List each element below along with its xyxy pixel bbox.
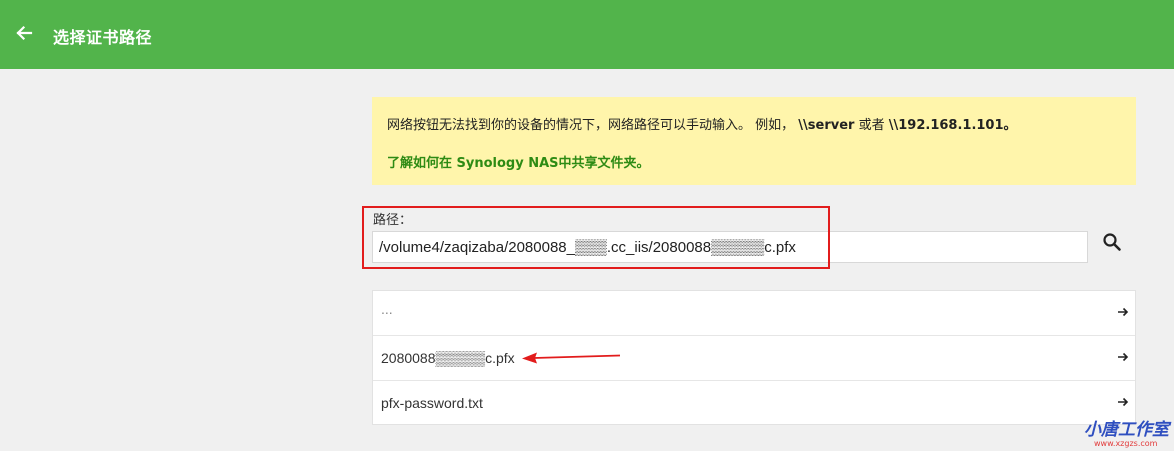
share-folder-help-link[interactable]: 了解如何在 Synology NAS中共享文件夹。 <box>387 152 650 171</box>
arrow-left-icon <box>16 25 33 41</box>
arrow-right-icon <box>1118 397 1129 407</box>
app-bar: 选择证书路径 <box>0 0 1174 69</box>
page-title: 选择证书路径 <box>53 28 153 47</box>
watermark-logo: 小唐工作室 <box>1084 420 1169 440</box>
search-button[interactable] <box>1100 230 1124 254</box>
notice-text: 网络按钮无法找到你的设备的情况下，网络路径可以手动输入。 例如， \\serve… <box>387 118 1017 133</box>
path-input[interactable] <box>372 231 1088 263</box>
list-item-pfx[interactable]: 2080088▒▒▒▒▒c.pfx <box>373 336 1135 381</box>
notice-example-ip: \\192.168.1.101。 <box>888 118 1017 133</box>
list-item-password-txt[interactable]: pfx-password.txt <box>373 381 1135 426</box>
file-list: ... 2080088▒▒▒▒▒c.pfx pfx-password.txt <box>372 290 1136 425</box>
path-label: 路径： <box>373 213 413 228</box>
network-path-notice: 网络按钮无法找到你的设备的情况下，网络路径可以手动输入。 例如， \\serve… <box>372 97 1136 185</box>
back-button[interactable] <box>10 19 38 47</box>
arrow-right-icon <box>1118 307 1129 317</box>
arrow-right-icon <box>1118 352 1129 362</box>
file-name: pfx-password.txt <box>381 395 483 411</box>
file-name: ... <box>381 301 393 317</box>
watermark-url: www.xzgzs.com <box>1094 439 1158 448</box>
file-name: 2080088▒▒▒▒▒c.pfx <box>381 350 515 366</box>
search-icon <box>1103 233 1121 251</box>
notice-example-server: \\server <box>798 118 855 133</box>
list-item-parent[interactable]: ... <box>373 291 1135 336</box>
